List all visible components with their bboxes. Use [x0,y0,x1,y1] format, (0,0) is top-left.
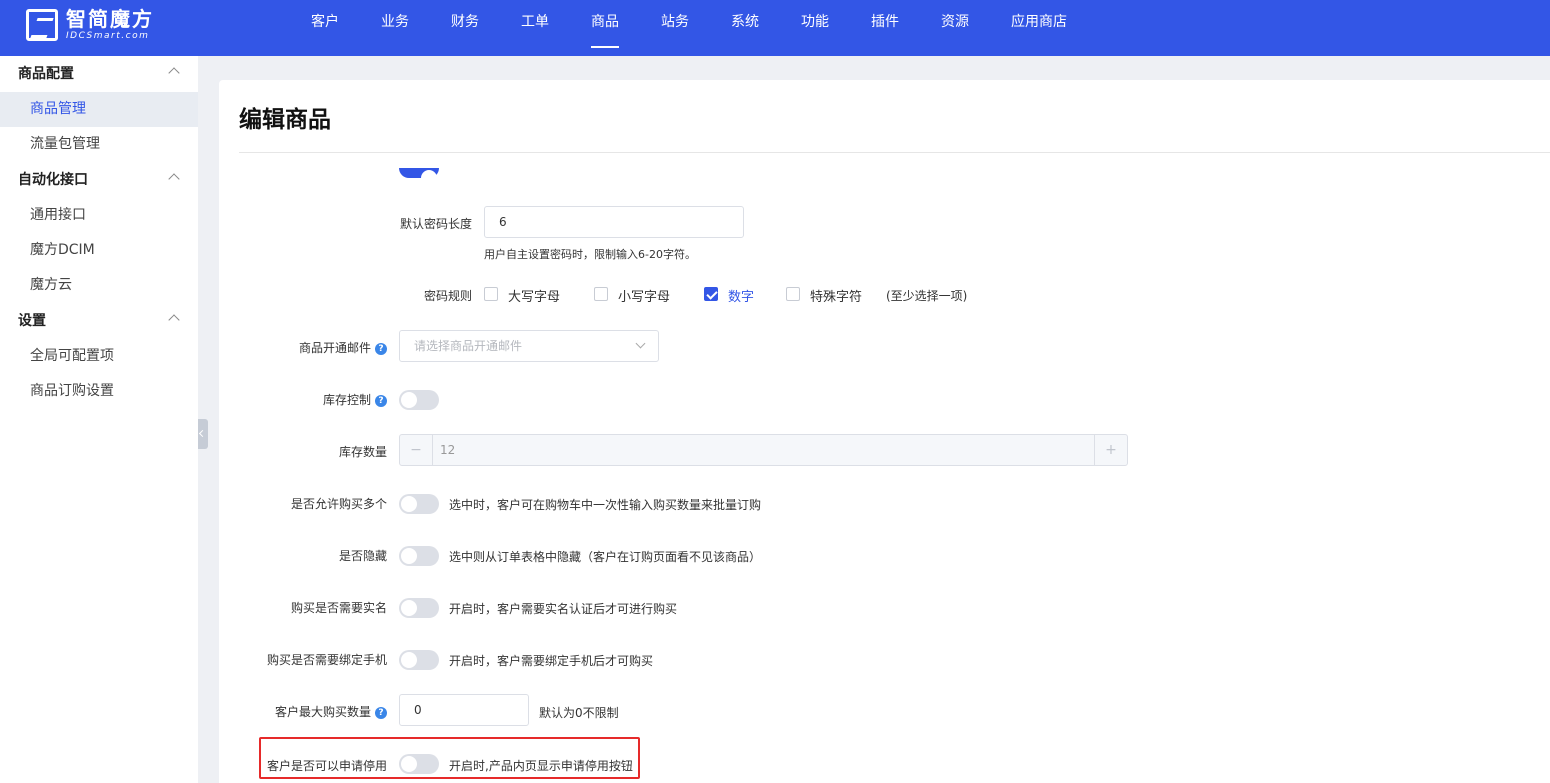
bind-phone-toggle[interactable] [399,650,439,670]
title-divider [239,152,1550,153]
pwd-rule-label: 密码规则 [423,289,472,303]
nav-item-ticket[interactable]: 工单 [500,0,570,56]
chevron-up-icon [168,173,180,185]
chevron-up-icon [168,314,180,326]
max-buy-input[interactable]: 0 [399,694,529,726]
chevron-down-icon [635,338,646,349]
sidebar-group-product-config[interactable]: 商品配置 [0,56,198,92]
brand-domain: IDCSmart.com [66,31,150,41]
realname-label: 购买是否需要实名 [290,601,387,615]
stock-control-toggle[interactable] [399,390,439,410]
brand-logo[interactable]: 智简魔方 IDCSmart.com [26,9,154,41]
checkbox-digits[interactable] [704,287,718,301]
realname-toggle[interactable] [399,598,439,618]
chevron-up-icon [168,67,180,79]
hidden-hint: 选中则从订单表格中隐藏（客户在订购页面看不见该商品） [449,550,762,564]
highlight-box [259,737,640,779]
hidden-label: 是否隐藏 [338,549,387,563]
checkbox-lowercase-label: 小写字母 [618,290,671,305]
main-card: 编辑商品 默认密码长度 6 用户自主设置密码时，限制输入6-20字符。 密码规则… [219,80,1550,783]
stepper-plus-button[interactable]: + [1094,435,1127,465]
nav-item-business[interactable]: 业务 [360,0,430,56]
multi-buy-toggle[interactable] [399,494,439,514]
sidebar: 商品配置 商品管理 流量包管理 自动化接口 通用接口 魔方DCIM 魔方云 设置… [0,56,198,783]
bind-phone-label: 购买是否需要绑定手机 [266,653,387,667]
realname-hint: 开启时，客户需要实名认证后才可进行购买 [449,602,678,616]
checkbox-special-label: 特殊字符 [810,290,863,305]
pwd-rule-note: (至少选择一项) [886,289,968,303]
stock-qty-label: 库存数量 [338,445,387,459]
checkbox-uppercase[interactable] [484,287,498,301]
max-buy-hint: 默认为0不限制 [539,706,619,720]
nav-item-site[interactable]: 站务 [640,0,710,56]
sidebar-item-dcim[interactable]: 魔方DCIM [0,233,198,268]
brand-logo-icon [26,9,58,41]
multi-buy-label: 是否允许购买多个 [290,497,387,511]
open-mail-label: 商品开通邮件? [239,339,387,356]
sidebar-item-order-settings[interactable]: 商品订购设置 [0,374,198,409]
nav-item-app-store[interactable]: 应用商店 [990,0,1088,56]
brand-name: 智简魔方 [66,7,154,31]
sidebar-item-traffic-package[interactable]: 流量包管理 [0,127,198,162]
sidebar-item-cloud[interactable]: 魔方云 [0,268,198,303]
bind-phone-hint: 开启时，客户需要绑定手机后才可购买 [449,654,654,668]
nav-item-product[interactable]: 商品 [570,0,640,56]
nav-item-finance[interactable]: 财务 [430,0,500,56]
stock-control-label: 库存控制? [239,391,387,408]
nav-item-customer[interactable]: 客户 [290,0,360,56]
checkbox-digits-label: 数字 [728,290,755,305]
nav-item-function[interactable]: 功能 [780,0,850,56]
hidden-toggle[interactable] [399,546,439,566]
sidebar-item-global-config[interactable]: 全局可配置项 [0,339,198,374]
sidebar-item-product-management[interactable]: 商品管理 [0,92,198,127]
stock-qty-stepper: − 12 + [399,434,1128,466]
sidebar-group-settings[interactable]: 设置 [0,303,198,339]
nav-item-system[interactable]: 系统 [710,0,780,56]
help-icon[interactable]: ? [375,343,387,355]
stock-qty-value[interactable]: 12 [440,435,455,465]
page-title: 编辑商品 [239,107,331,133]
help-icon[interactable]: ? [375,707,387,719]
multi-buy-hint: 选中时，客户可在购物车中一次性输入购买数量来批量订购 [449,498,762,512]
sidebar-group-automation[interactable]: 自动化接口 [0,162,198,198]
sidebar-collapse-handle[interactable] [198,419,208,449]
main-nav: 客户 业务 财务 工单 商品 站务 系统 功能 插件 资源 应用商店 [290,0,1088,56]
sidebar-item-general-api[interactable]: 通用接口 [0,198,198,233]
checkbox-uppercase-label: 大写字母 [508,290,561,305]
help-icon[interactable]: ? [375,395,387,407]
nav-item-resource[interactable]: 资源 [920,0,990,56]
scrolled-toggle[interactable] [399,168,439,186]
stepper-minus-button[interactable]: − [400,435,433,465]
pwd-length-label: 默认密码长度 [399,217,472,231]
pwd-length-input[interactable]: 6 [484,206,744,238]
checkbox-special[interactable] [786,287,800,301]
pwd-length-hint: 用户自主设置密码时，限制输入6-20字符。 [484,248,696,261]
nav-item-plugin[interactable]: 插件 [850,0,920,56]
max-buy-label: 客户最大购买数量? [239,703,387,720]
open-mail-select[interactable]: 请选择商品开通邮件 [399,330,659,362]
checkbox-lowercase[interactable] [594,287,608,301]
top-header: 智简魔方 IDCSmart.com 客户 业务 财务 工单 商品 站务 系统 功… [0,0,1550,56]
